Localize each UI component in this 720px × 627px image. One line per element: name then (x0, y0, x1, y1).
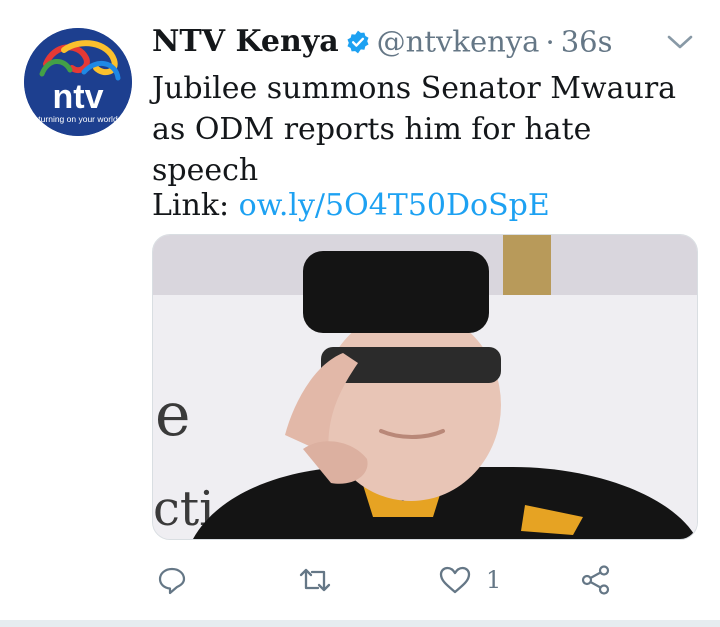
like-button[interactable]: 1 (438, 558, 501, 602)
header-separator: · (545, 24, 555, 59)
link-prefix: Link: (152, 188, 239, 223)
tweet-link-line: Link: ow.ly/5O4T50DoSpE (152, 185, 550, 226)
photo-banner-fragment-1: e (155, 380, 191, 450)
tweet-link[interactable]: ow.ly/5O4T50DoSpE (239, 188, 550, 223)
chevron-down-icon[interactable] (664, 30, 696, 54)
avatar-logo-text: ntv (53, 78, 104, 116)
heart-icon (439, 566, 471, 594)
retweet-icon (299, 568, 331, 592)
tweet-divider (0, 620, 720, 627)
reply-button[interactable] (156, 558, 188, 602)
reply-icon (158, 567, 186, 595)
author-handle[interactable]: @ntvkenya (377, 25, 540, 59)
verified-badge-icon (347, 30, 369, 53)
tweet-card[interactable]: ntv turning on your world NTV Kenya @ntvk… (0, 0, 720, 620)
tweet-actions: 1 (152, 558, 700, 602)
tweet-text: Jubilee summons Senator Mwaura as ODM re… (152, 71, 677, 188)
author-avatar[interactable]: ntv turning on your world (24, 28, 132, 136)
tweet-header: NTV Kenya @ntvkenya · 36s (152, 24, 612, 64)
author-name[interactable]: NTV Kenya (152, 24, 339, 59)
share-button[interactable] (580, 558, 612, 602)
share-icon (581, 565, 610, 595)
retweet-button[interactable] (298, 558, 332, 602)
tweet-photo[interactable]: e cti (152, 234, 698, 540)
avatar-tagline: turning on your world (38, 114, 118, 124)
like-count: 1 (486, 566, 502, 594)
tweet-timestamp[interactable]: 36s (561, 25, 613, 59)
